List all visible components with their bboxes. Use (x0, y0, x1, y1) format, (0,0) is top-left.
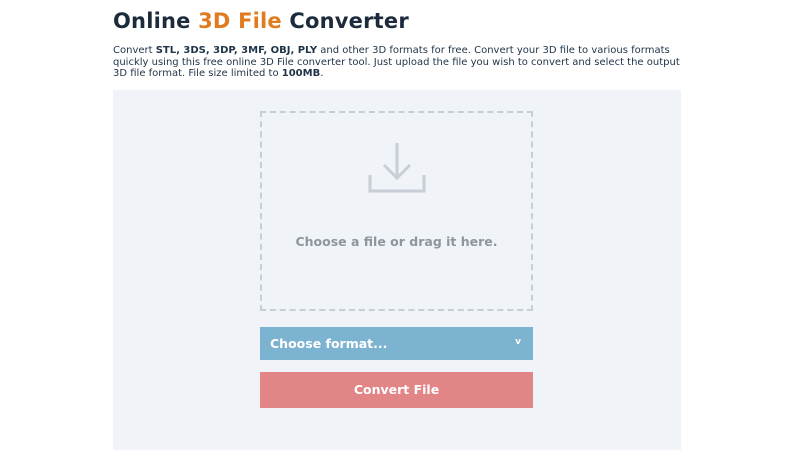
format-select-label: Choose format... (270, 336, 388, 351)
title-prefix: Online (113, 9, 199, 33)
format-select[interactable]: Choose format... v (260, 327, 533, 360)
page-description: Convert STL, 3DS, 3DP, 3MF, OBJ, PLY and… (113, 45, 685, 80)
description-intro: Convert (113, 45, 156, 56)
page-title: Online 3D File Converter (113, 9, 409, 33)
supported-formats: STL, 3DS, 3DP, 3MF, OBJ, PLY (155, 45, 318, 56)
title-suffix: Converter (281, 9, 409, 33)
description-end: . (320, 68, 324, 80)
dropzone-label: Choose a file or drag it here. (295, 234, 498, 249)
file-size-limit: 100MB (281, 68, 321, 80)
download-icon (368, 143, 426, 193)
title-accent: 3D File (198, 9, 282, 33)
chevron-down-icon: v (515, 337, 521, 347)
convert-file-button[interactable]: Convert File (260, 372, 533, 408)
file-dropzone[interactable]: Choose a file or drag it here. (260, 111, 533, 311)
